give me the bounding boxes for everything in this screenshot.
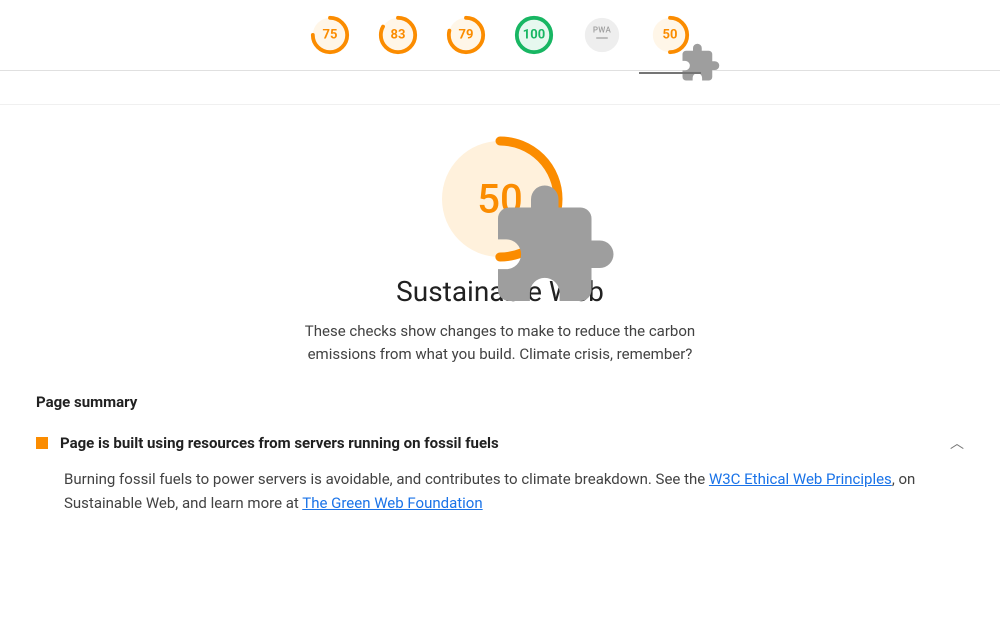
audit-title: Page is built using resources from serve… [60, 434, 938, 452]
score-value: 75 [323, 28, 338, 43]
score-tab-sustainable-web[interactable]: 50 [649, 14, 691, 56]
category-gauge: 50 [434, 133, 566, 265]
link-w3c-ethical[interactable]: W3C Ethical Web Principles [709, 470, 892, 488]
score-tab-seo[interactable]: 100 [513, 14, 555, 56]
chevron-up-icon: ︿ [950, 433, 964, 453]
plugin-badge [530, 223, 576, 269]
audit-description: Burning fossil fuels to power servers is… [64, 467, 964, 515]
pwa-label: PWA [593, 25, 611, 34]
score-value: 100 [523, 28, 545, 43]
plugin-icon [487, 180, 619, 312]
score-tab-accessibility[interactable]: 83 [377, 14, 419, 56]
score-tabs: 75 83 79 100 PWA 50 [0, 0, 1000, 71]
section-heading: Page summary [36, 393, 964, 411]
sub-bar [0, 71, 1000, 105]
category-subtitle: These checks show changes to make to red… [270, 320, 730, 367]
score-tab-performance[interactable]: 75 [309, 14, 351, 56]
score-tab-pwa[interactable]: PWA [581, 14, 623, 56]
score-value: 50 [663, 28, 678, 43]
audit-toggle[interactable]: Page is built using resources from serve… [36, 433, 964, 453]
score-tab-best-practices[interactable]: 79 [445, 14, 487, 56]
dash-icon [596, 37, 608, 39]
score-value: 83 [391, 28, 406, 43]
report-body: 50 Sustainable Web These checks show cha… [0, 105, 1000, 525]
link-green-web-foundation[interactable]: The Green Web Foundation [302, 494, 482, 512]
audit-item: Page is built using resources from serve… [36, 429, 964, 525]
score-value: 79 [459, 28, 474, 43]
square-marker-icon [36, 437, 48, 449]
category-hero: 50 Sustainable Web These checks show cha… [36, 133, 964, 367]
plugin-icon [679, 42, 697, 60]
audit-text: Burning fossil fuels to power servers is… [64, 470, 709, 488]
